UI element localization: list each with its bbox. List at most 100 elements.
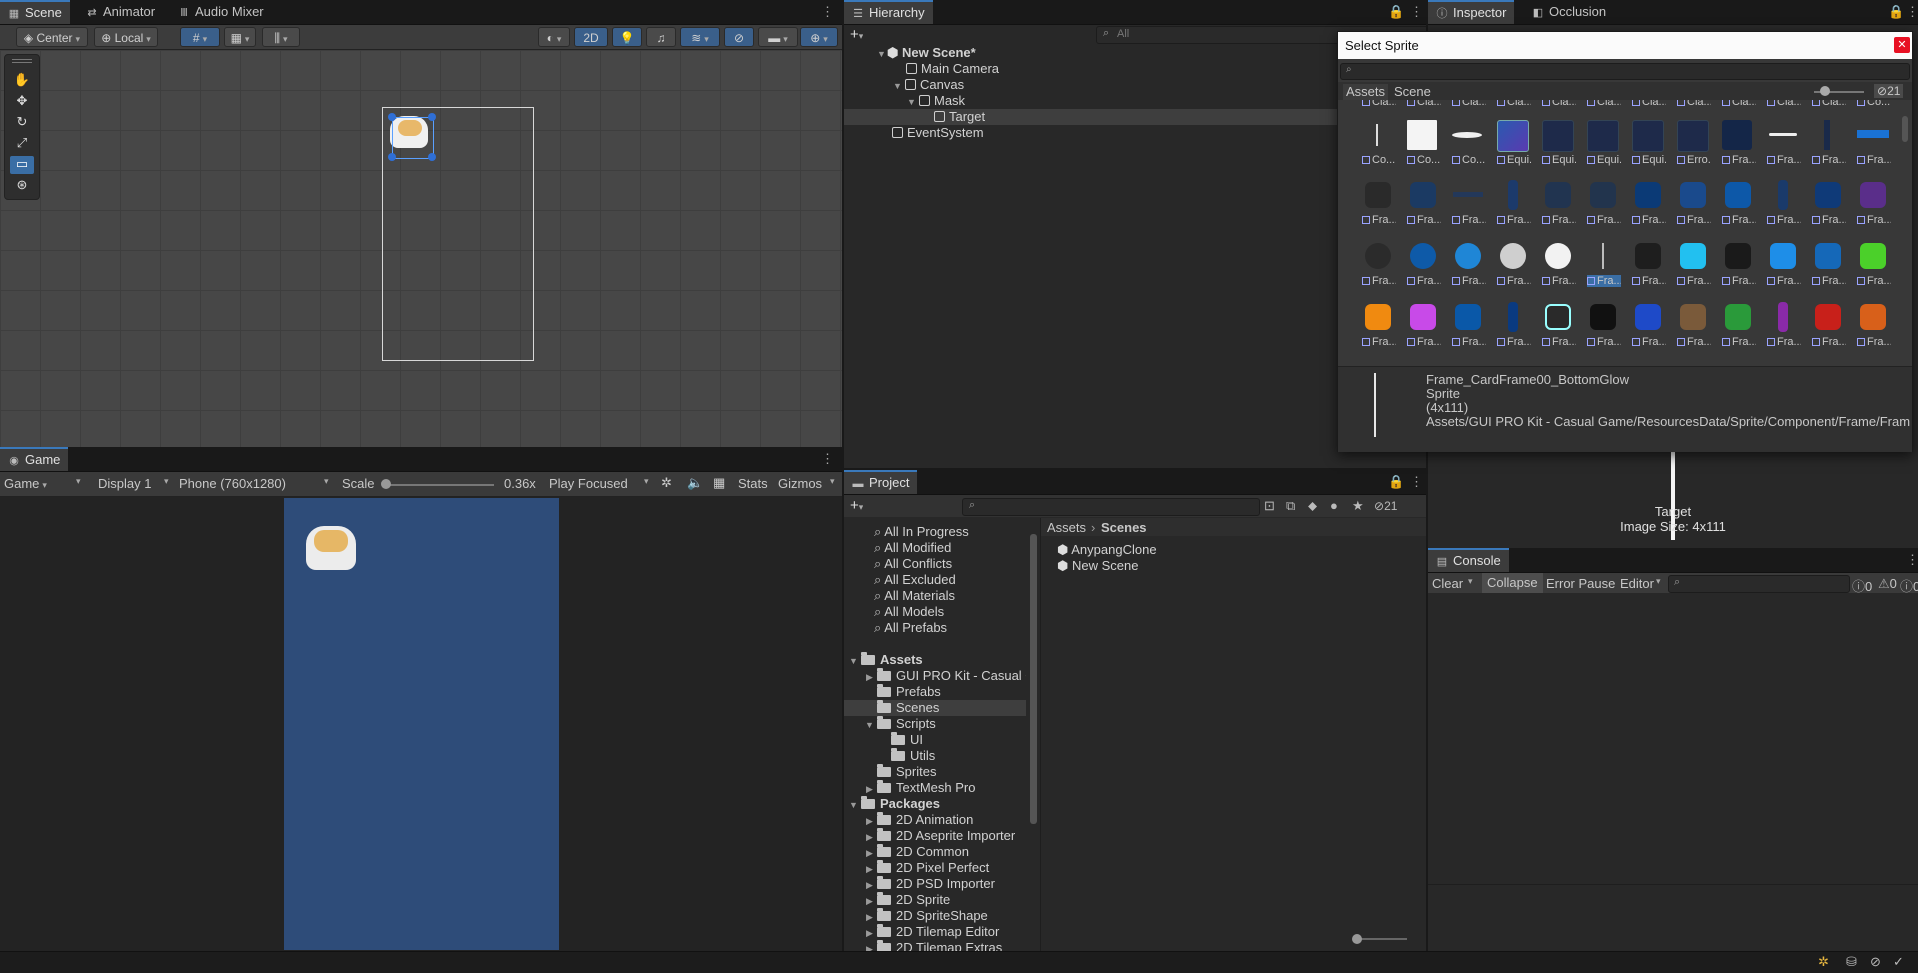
- sprite-thumb[interactable]: [1453, 241, 1483, 271]
- game-menu-icon[interactable]: ⋮: [821, 451, 834, 467]
- sprite-thumb-frame-dark[interactable]: [1722, 120, 1752, 150]
- favorite-all-models[interactable]: ⌕ All Models: [874, 604, 944, 620]
- expand-arrow-icon[interactable]: ▶: [864, 861, 875, 877]
- camera-settings-button[interactable]: ▬: [758, 27, 798, 47]
- favorite-all-conflicts[interactable]: ⌕ All Conflicts: [874, 556, 952, 572]
- sprite-thumb-white-square[interactable]: [1407, 120, 1437, 150]
- favorite-star-icon[interactable]: ★: [1352, 498, 1364, 514]
- sprite-thumb[interactable]: [1723, 241, 1753, 271]
- sprite-thumb[interactable]: [1858, 180, 1888, 210]
- draw-mode-button[interactable]: ◐: [538, 27, 570, 47]
- favorite-all-excluded[interactable]: ⌕ All Excluded: [874, 572, 956, 588]
- expand-arrow-icon[interactable]: ▶: [864, 877, 875, 893]
- sprite-thumb[interactable]: [1543, 180, 1573, 210]
- breadcrumb-scenes[interactable]: Scenes: [1101, 520, 1147, 535]
- sprite-thumb-equip-1[interactable]: [1497, 120, 1529, 152]
- scene-menu-icon[interactable]: ⋮: [821, 4, 834, 20]
- tab-hierarchy[interactable]: ☰ Hierarchy: [844, 0, 933, 24]
- warning-count-toggle[interactable]: ⚠0: [1878, 576, 1897, 592]
- handle-tl[interactable]: [388, 113, 396, 121]
- console-menu-icon[interactable]: ⋮: [1906, 552, 1918, 568]
- collab-icon[interactable]: ⊘: [1870, 954, 1881, 970]
- expand-arrow-icon[interactable]: ▼: [864, 717, 875, 733]
- favorite-all-materials[interactable]: ⌕ All Materials: [874, 588, 955, 604]
- dialog-tab-scene[interactable]: Scene: [1394, 84, 1431, 99]
- expand-arrow-icon[interactable]: ▼: [906, 94, 917, 110]
- info-count-toggle[interactable]: ⓘ0: [1852, 576, 1872, 595]
- log-type-icon[interactable]: ●: [1330, 498, 1338, 513]
- sprite-thumb-error[interactable]: [1677, 120, 1709, 152]
- sprite-thumb-frame-line[interactable]: [1767, 120, 1797, 150]
- sprite-thumb[interactable]: [1813, 180, 1843, 210]
- space-dropdown[interactable]: ⊕ Local: [94, 27, 158, 47]
- debug-mode-icon[interactable]: ✲: [1818, 954, 1829, 970]
- sprite-thumb-frame-blue-strip[interactable]: [1857, 120, 1889, 150]
- account-status-icon[interactable]: ✓: [1893, 954, 1904, 970]
- tab-scene[interactable]: ▦ Scene: [0, 0, 70, 24]
- sprite-thumb[interactable]: [1498, 241, 1528, 271]
- search-by-label-icon[interactable]: ⧉: [1286, 498, 1295, 514]
- assets-root[interactable]: ▼ Assets: [848, 652, 923, 668]
- sprite-thumb[interactable]: [1408, 180, 1438, 210]
- error-count-toggle[interactable]: ⓘ0: [1900, 576, 1918, 595]
- console-search-input[interactable]: ⌕: [1668, 575, 1850, 593]
- folder-textmesh-pro[interactable]: ▶ TextMesh Pro: [864, 780, 975, 796]
- console-editor-dropdown[interactable]: Editor: [1620, 576, 1654, 591]
- search-by-type-icon[interactable]: ⊡: [1264, 498, 1275, 514]
- scene-visibility-toggle[interactable]: ⊘: [724, 27, 754, 47]
- cache-server-icon[interactable]: ⛁: [1846, 954, 1857, 970]
- project-search-input[interactable]: ⌕: [962, 498, 1260, 516]
- transform-tool-icon[interactable]: ⊛: [10, 177, 34, 195]
- package-2d-sprite[interactable]: ▶ 2D Sprite: [864, 892, 950, 908]
- gizmos-button-game[interactable]: Gizmos: [778, 476, 822, 491]
- expand-arrow-icon[interactable]: ▼: [848, 653, 859, 669]
- sprite-thumb[interactable]: [1678, 180, 1708, 210]
- favorite-all-in-progress[interactable]: ⌕ All In Progress: [874, 524, 969, 540]
- sprite-thumb[interactable]: [1768, 241, 1798, 271]
- file-anypangclone[interactable]: ⬢ AnypangClone: [1057, 542, 1157, 558]
- sprite-thumb[interactable]: [1678, 302, 1708, 332]
- package-2d-animation[interactable]: ▶ 2D Animation: [864, 812, 973, 828]
- expand-arrow-icon[interactable]: ▶: [864, 893, 875, 909]
- bug-icon[interactable]: ✲: [661, 475, 672, 491]
- sprite-thumb[interactable]: [1813, 302, 1843, 332]
- sprite-thumb[interactable]: [1408, 241, 1438, 271]
- sprite-thumb[interactable]: [1453, 302, 1483, 332]
- sprite-thumb[interactable]: [1723, 302, 1753, 332]
- scene-viewport[interactable]: ✋ ✥ ↻ ⤢ ▭ ⊛: [0, 50, 842, 447]
- project-lock-icon[interactable]: 🔒: [1388, 474, 1404, 490]
- expand-arrow-icon[interactable]: ▶: [864, 941, 875, 951]
- audio-toggle[interactable]: ♫: [646, 27, 676, 47]
- file-new-scene[interactable]: ⬢ New Scene: [1057, 558, 1138, 574]
- project-tree-scrollbar[interactable]: [1030, 534, 1037, 824]
- tab-animator[interactable]: ⇄ Animator: [78, 0, 163, 24]
- resolution-dropdown[interactable]: Phone (760x1280): [179, 476, 329, 491]
- scale-slider-thumb[interactable]: [381, 479, 391, 489]
- sprite-thumb[interactable]: [1768, 180, 1798, 210]
- package-2d-aseprite-importer[interactable]: ▶ 2D Aseprite Importer: [864, 828, 1015, 844]
- hierarchy-item-main-camera[interactable]: Main Camera: [904, 61, 999, 77]
- console-error-pause-toggle[interactable]: Error Pause: [1546, 576, 1615, 591]
- folder-sprites[interactable]: Sprites: [875, 764, 936, 780]
- move-tool-icon[interactable]: ✥: [10, 93, 34, 111]
- increment-snap-button[interactable]: ⫼: [262, 27, 300, 47]
- rotate-tool-icon[interactable]: ↻: [10, 114, 34, 132]
- expand-arrow-icon[interactable]: ▶: [864, 909, 875, 925]
- project-menu-icon[interactable]: ⋮: [1410, 474, 1423, 490]
- dialog-hidden-count[interactable]: ⊘21: [1874, 84, 1904, 98]
- tab-project[interactable]: ▬ Project: [844, 470, 918, 494]
- effects-toggle[interactable]: ≋: [680, 27, 720, 47]
- sprite-thumb[interactable]: [1813, 241, 1843, 271]
- scale-tool-icon[interactable]: ⤢: [10, 135, 34, 153]
- tab-audio-mixer[interactable]: Ⅲ Audio Mixer: [170, 0, 272, 24]
- expand-arrow-icon[interactable]: ▶: [864, 845, 875, 861]
- favorite-all-modified[interactable]: ⌕ All Modified: [874, 540, 951, 556]
- scale-slider-track[interactable]: [384, 484, 494, 486]
- sprite-thumb[interactable]: [1633, 241, 1663, 271]
- inspector-lock-icon[interactable]: 🔒: [1888, 4, 1904, 20]
- game-view[interactable]: [284, 498, 559, 950]
- sprite-thumb[interactable]: [1768, 302, 1798, 332]
- tab-inspector[interactable]: ⓘ Inspector: [1428, 0, 1515, 24]
- sprite-search-input[interactable]: ⌕: [1340, 63, 1910, 80]
- sprite-thumb-equip-4[interactable]: [1632, 120, 1664, 152]
